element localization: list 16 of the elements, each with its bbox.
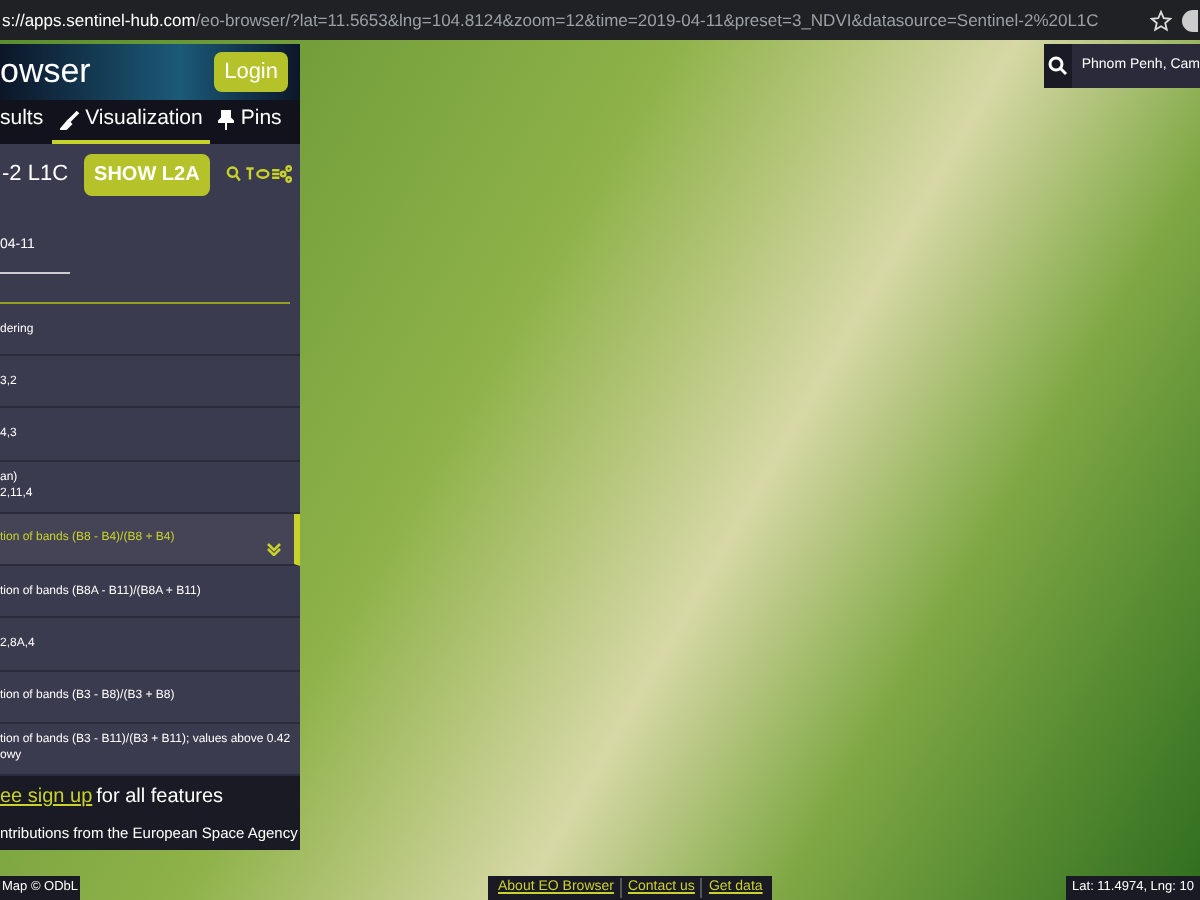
- star-icon[interactable]: [1150, 9, 1172, 31]
- url-text: s://apps.sentinel-hub.com/eo-browser/?lat=11.5653&lng=104.8124&zoom=12&time=2019-04-11&preset=3_NDVI&datasource=Sentinel-2%20L1C: [2, 7, 1101, 33]
- panel-tab[interactable]: sults: [0, 100, 52, 144]
- data-source-label: -2 L1C: [2, 159, 69, 190]
- search-icon: [1047, 56, 1068, 76]
- chevron-down-icon: [266, 542, 282, 557]
- profile-icon[interactable]: [1182, 9, 1198, 31]
- panel-tab[interactable]: Visualization: [51, 100, 211, 144]
- sign-up-text: for all features: [96, 783, 224, 812]
- sign-up-link[interactable]: ee sign up: [0, 781, 93, 812]
- panel-tab[interactable]: Pins: [210, 100, 290, 144]
- toolbar-icons[interactable]: [225, 164, 292, 184]
- brush-icon: [59, 110, 80, 130]
- app-title: owser: [0, 50, 93, 95]
- address-bar[interactable]: s://apps.sentinel-hub.com/eo-browser/?lat=11.5653&lng=104.8124&zoom=12&time=2019-04-11&preset=3_NDVI&datasource=Sentinel-2%20L1C: [0, 0, 1200, 40]
- pin-icon: [218, 110, 235, 130]
